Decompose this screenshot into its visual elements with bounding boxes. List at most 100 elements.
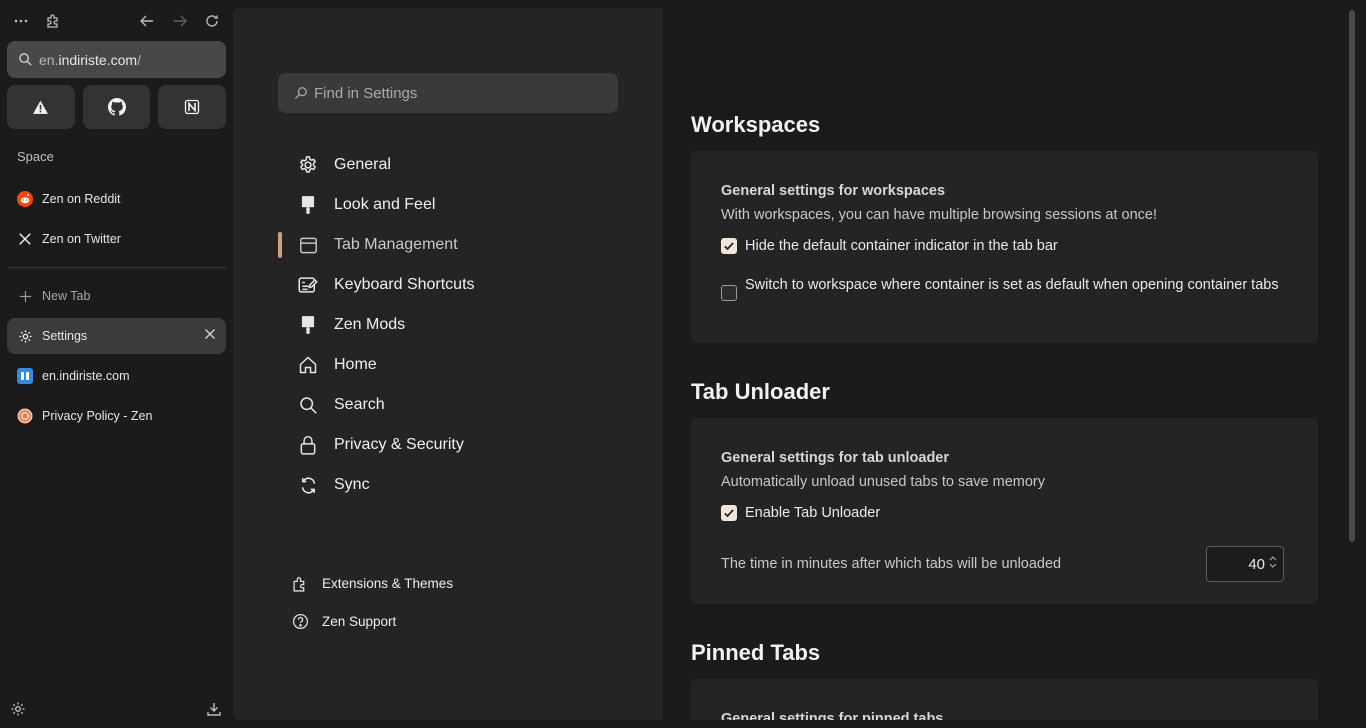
tab-label: Settings — [42, 329, 88, 343]
github-icon — [107, 98, 126, 116]
tab-zen-on-reddit[interactable]: Zen on Reddit — [7, 181, 226, 217]
zen-icon — [17, 408, 33, 424]
hide-container-indicator-checkbox[interactable]: Hide the default container indicator in … — [721, 236, 1058, 256]
search-placeholder: Find in Settings — [314, 84, 418, 102]
nav-privacy-security[interactable]: Privacy & Security — [297, 430, 464, 460]
find-in-settings-input[interactable]: Find in Settings — [278, 73, 618, 113]
reddit-icon — [17, 191, 33, 207]
space-label: Space — [17, 149, 54, 164]
forward-arrow-icon[interactable] — [167, 8, 193, 34]
download-icon[interactable] — [205, 700, 223, 718]
site-icon — [17, 368, 33, 384]
more-menu-icon[interactable] — [8, 8, 34, 34]
link-label: Extensions & Themes — [322, 575, 454, 591]
unload-timeout-label: The time in minutes after which tabs wil… — [721, 556, 1062, 572]
warning-icon — [33, 100, 49, 114]
content-scrollbar[interactable] — [1349, 10, 1355, 542]
workspaces-card: General settings for workspaces With wor… — [691, 151, 1318, 343]
checkbox-label: Enable Tab Unloader — [745, 505, 881, 521]
checkbox-label: Hide the default container indicator in … — [745, 238, 1058, 254]
extensions-icon[interactable] — [40, 8, 66, 34]
tab-settings[interactable]: Settings — [7, 318, 226, 354]
search-icon — [294, 87, 307, 100]
nav-look-and-feel[interactable]: Look and Feel — [297, 190, 435, 220]
tab-unloader-heading: Tab Unloader — [691, 379, 830, 404]
pinned-github-tab[interactable] — [82, 85, 151, 129]
settings-content: Workspaces General settings for workspac… — [663, 8, 1345, 720]
tab-unloader-card: General settings for tab unloader Automa… — [691, 418, 1318, 604]
nav-label: Look and Feel — [334, 196, 436, 213]
tab-label: Zen on Twitter — [42, 232, 121, 246]
nav-tab-management[interactable]: Tab Management — [297, 230, 458, 260]
gear-icon — [297, 154, 319, 176]
nav-label: Privacy & Security — [334, 436, 464, 453]
pinned-essentials — [7, 85, 227, 129]
nav-zen-mods[interactable]: Zen Mods — [297, 310, 405, 340]
lock-icon — [297, 434, 319, 456]
pinned-notion-tab[interactable] — [158, 85, 227, 129]
search-icon — [19, 53, 32, 66]
nav-label: Zen Mods — [334, 316, 406, 333]
reload-icon[interactable] — [199, 8, 225, 34]
switch-workspace-container-checkbox[interactable]: Switch to workspace where container is s… — [721, 275, 1281, 301]
settings-gear-icon[interactable] — [9, 700, 27, 718]
close-tab-icon[interactable] — [204, 328, 216, 343]
nav-sync[interactable]: Sync — [297, 470, 370, 500]
nav-home[interactable]: Home — [297, 350, 377, 380]
checkbox-checked[interactable] — [721, 505, 737, 521]
url-bar[interactable]: en. indiriste.com / — [7, 41, 226, 78]
x-twitter-icon — [17, 231, 33, 247]
sidebar-toolbar — [8, 8, 225, 34]
tab-privacy-policy-zen[interactable]: Privacy Policy - Zen — [7, 398, 226, 434]
browser-sidebar: en. indiriste.com / Space Zen on Reddit Ze… — [0, 0, 233, 728]
sidebar-divider — [8, 267, 226, 268]
unload-timeout-input[interactable]: 40 — [1206, 546, 1284, 582]
tab-unloader-card-description: Automatically unload unused tabs to save… — [721, 474, 1046, 490]
checkbox-checked[interactable] — [721, 238, 737, 254]
url-path: / — [137, 51, 141, 68]
window-icon — [297, 234, 319, 256]
nav-label: Sync — [334, 476, 370, 493]
back-arrow-icon[interactable] — [134, 8, 160, 34]
plus-icon — [17, 288, 33, 304]
nav-label: Search — [334, 396, 385, 413]
tab-label: Zen on Reddit — [42, 192, 121, 206]
spinner-arrows-icon[interactable] — [1269, 555, 1277, 573]
new-tab-button[interactable]: New Tab — [7, 278, 226, 314]
extensions-themes-link[interactable]: Extensions & Themes — [291, 571, 453, 595]
selected-category-indicator — [278, 232, 282, 258]
help-icon — [291, 612, 309, 630]
paintbrush-icon — [297, 314, 319, 336]
tab-en-indiriste[interactable]: en.indiriste.com — [7, 358, 226, 394]
paintbrush-icon — [297, 194, 319, 216]
workspaces-card-title: General settings for workspaces — [721, 183, 946, 199]
pinned-tabs-card-title: General settings for pinned tabs — [721, 711, 944, 720]
workspaces-card-description: With workspaces, you can have multiple b… — [721, 207, 1158, 223]
checkbox-label: Switch to workspace where container is s… — [745, 277, 1279, 293]
nav-label: Home — [334, 356, 377, 373]
enable-tab-unloader-checkbox[interactable]: Enable Tab Unloader — [721, 503, 880, 523]
link-label: Zen Support — [322, 613, 397, 629]
nav-search[interactable]: Search — [297, 390, 385, 420]
puzzle-icon — [291, 574, 309, 592]
new-tab-label: New Tab — [42, 289, 91, 303]
unload-timeout-row: The time in minutes after which tabs wil… — [721, 546, 1284, 582]
nav-general[interactable]: General — [297, 150, 391, 180]
zen-support-link[interactable]: Zen Support — [291, 609, 396, 633]
tab-unloader-card-title: General settings for tab unloader — [721, 450, 950, 466]
workspaces-heading: Workspaces — [691, 112, 821, 137]
url-domain: indiriste.com — [58, 51, 138, 68]
pinned-warning-tab[interactable] — [7, 85, 75, 129]
tab-label: Privacy Policy - Zen — [42, 409, 153, 423]
url-subdomain: en. — [39, 51, 59, 68]
settings-navigation: Find in Settings General Look and Feel T… — [233, 8, 663, 720]
search-icon — [297, 394, 319, 416]
nav-label: Tab Management — [334, 236, 458, 253]
keyboard-edit-icon — [297, 274, 319, 296]
tab-zen-on-twitter[interactable]: Zen on Twitter — [7, 221, 226, 257]
tab-label: en.indiriste.com — [42, 369, 130, 383]
nav-keyboard-shortcuts[interactable]: Keyboard Shortcuts — [297, 270, 475, 300]
checkbox-unchecked[interactable] — [721, 285, 737, 301]
pinned-tabs-card: General settings for pinned tabs — [691, 679, 1318, 720]
pinned-tabs-heading: Pinned Tabs — [691, 640, 821, 665]
